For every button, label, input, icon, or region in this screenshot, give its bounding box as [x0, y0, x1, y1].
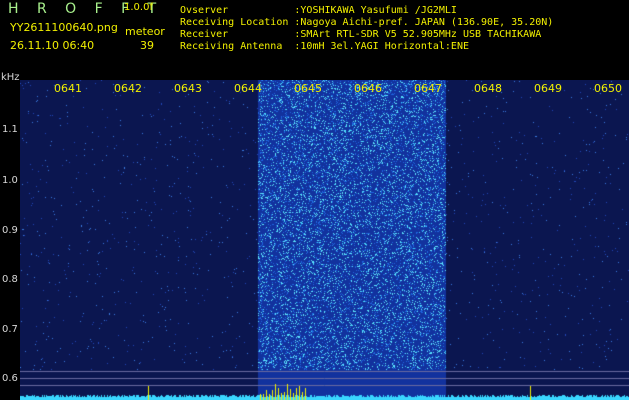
y-tick-label: 0.6 [2, 373, 18, 384]
date-time: 26.11.10 06:40 [10, 39, 95, 52]
spectrogram-viewer: { "header": { "app_name": "H R O F F T",… [0, 0, 629, 400]
time-tick-label: 0646 [354, 82, 382, 95]
location-line: Receiving Location :Nagoya Aichi-pref. J… [180, 17, 554, 28]
time-tick-label: 0643 [174, 82, 202, 95]
receiver-line: Receiver :SMArt RTL-SDR V5 52.905MHz USB… [180, 29, 542, 40]
time-tick-label: 0647 [414, 82, 442, 95]
time-tick-label: 0644 [234, 82, 262, 95]
y-tick-label: 0.8 [2, 274, 18, 285]
y-tick-label: 1.1 [2, 124, 18, 135]
y-tick-label: 0.9 [2, 225, 18, 236]
time-tick-label: 0645 [294, 82, 322, 95]
meteor-count: 39 [140, 39, 154, 52]
unit-label: kHz [1, 72, 20, 83]
observer-line: Ovserver :YOSHIKAWA Yasufumi /JG2MLI [180, 5, 457, 16]
time-tick-label: 0650 [594, 82, 622, 95]
file-name: YY2611100640.png [10, 21, 118, 34]
meteor-label: meteor [125, 25, 165, 38]
antenna-line: Receiving Antenna :10mH 3el.YAGI Horizon… [180, 41, 469, 52]
time-tick-label: 0641 [54, 82, 82, 95]
app-version: 1.0.0f [124, 2, 153, 13]
y-tick-label: 1.0 [2, 175, 18, 186]
spectrogram-canvas [20, 80, 629, 400]
time-tick-label: 0648 [474, 82, 502, 95]
y-tick-label: 0.7 [2, 324, 18, 335]
time-tick-label: 0649 [534, 82, 562, 95]
time-tick-label: 0642 [114, 82, 142, 95]
